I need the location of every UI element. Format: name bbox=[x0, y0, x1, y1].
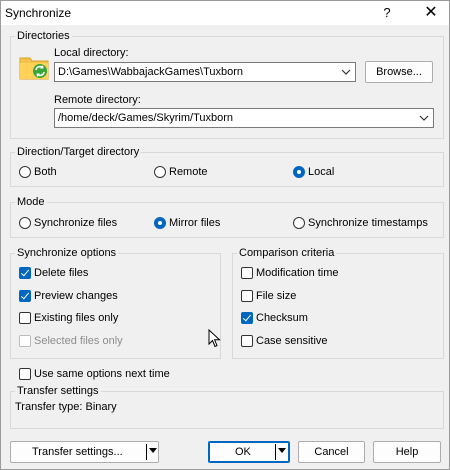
synchronize-dialog: Synchronize ? ✕ Directories Local direct… bbox=[0, 0, 450, 470]
existing-files-only-label[interactable]: Existing files only bbox=[34, 312, 118, 324]
direction-both-label[interactable]: Both bbox=[34, 166, 57, 178]
mode-synchronize-files-label[interactable]: Synchronize files bbox=[34, 217, 117, 229]
browse-button[interactable]: Browse... bbox=[365, 61, 433, 83]
case-sensitive-checkbox[interactable] bbox=[241, 335, 253, 347]
directories-group-label: Directories bbox=[15, 30, 72, 42]
cancel-button[interactable]: Cancel bbox=[298, 441, 365, 463]
direction-remote-label[interactable]: Remote bbox=[169, 166, 208, 178]
mode-mirror-files-radio[interactable] bbox=[154, 217, 166, 229]
synchronize-options-group-label: Synchronize options bbox=[15, 247, 119, 259]
local-directory-combo[interactable]: D:\Games\WabbajackGames\Tuxborn bbox=[54, 62, 356, 82]
direction-remote-radio[interactable] bbox=[154, 166, 166, 178]
mode-group-label: Mode bbox=[15, 196, 47, 208]
mode-synchronize-timestamps-label[interactable]: Synchronize timestamps bbox=[308, 217, 428, 229]
mode-synchronize-files-radio[interactable] bbox=[19, 217, 31, 229]
help-button[interactable]: Help bbox=[373, 441, 441, 463]
direction-both-radio[interactable] bbox=[19, 166, 31, 178]
sync-folder-icon bbox=[19, 57, 49, 80]
selected-files-only-label: Selected files only bbox=[34, 335, 123, 347]
transfer-settings-button-label: Transfer settings... bbox=[32, 446, 123, 458]
mode-synchronize-timestamps-radio[interactable] bbox=[293, 217, 305, 229]
split-separator bbox=[275, 444, 276, 460]
transfer-settings-button[interactable]: Transfer settings... bbox=[10, 441, 159, 463]
split-separator bbox=[146, 444, 147, 460]
modification-time-checkbox[interactable] bbox=[241, 267, 253, 279]
checksum-checkbox[interactable] bbox=[241, 312, 253, 324]
case-sensitive-label[interactable]: Case sensitive bbox=[256, 335, 328, 347]
direction-local-label[interactable]: Local bbox=[308, 166, 334, 178]
local-directory-label: Local directory: bbox=[54, 47, 129, 59]
use-same-options-label[interactable]: Use same options next time bbox=[34, 368, 170, 380]
remote-directory-combo[interactable]: /home/deck/Games/Skyrim/Tuxborn bbox=[54, 108, 434, 128]
title-bar: Synchronize ? ✕ bbox=[1, 1, 449, 25]
delete-files-label[interactable]: Delete files bbox=[34, 267, 88, 279]
remote-directory-value: /home/deck/Games/Skyrim/Tuxborn bbox=[58, 112, 234, 124]
transfer-type-text: Transfer type: Binary bbox=[15, 401, 117, 413]
direction-group: Direction/Target directory bbox=[10, 146, 444, 187]
file-size-checkbox[interactable] bbox=[241, 290, 253, 302]
ok-button[interactable]: OK bbox=[208, 441, 290, 463]
modification-time-label[interactable]: Modification time bbox=[256, 267, 339, 279]
mode-mirror-files-label[interactable]: Mirror files bbox=[169, 217, 220, 229]
direction-local-radio[interactable] bbox=[293, 166, 305, 178]
selected-files-only-checkbox bbox=[19, 335, 31, 347]
preview-changes-label[interactable]: Preview changes bbox=[34, 290, 118, 302]
dropdown-arrow-icon[interactable] bbox=[149, 448, 157, 453]
chevron-down-icon bbox=[419, 115, 429, 121]
remote-directory-label: Remote directory: bbox=[54, 94, 141, 106]
checksum-label[interactable]: Checksum bbox=[256, 312, 308, 324]
local-directory-value: D:\Games\WabbajackGames\Tuxborn bbox=[58, 66, 244, 78]
file-size-label[interactable]: File size bbox=[256, 290, 296, 302]
direction-group-label: Direction/Target directory bbox=[15, 146, 142, 158]
use-same-options-checkbox[interactable] bbox=[19, 368, 31, 380]
delete-files-checkbox[interactable] bbox=[19, 267, 31, 279]
ok-button-label: OK bbox=[235, 446, 251, 458]
preview-changes-checkbox[interactable] bbox=[19, 290, 31, 302]
help-icon[interactable]: ? bbox=[373, 1, 401, 25]
window-title: Synchronize bbox=[5, 6, 72, 20]
dropdown-arrow-icon[interactable] bbox=[278, 448, 286, 453]
transfer-settings-group-label: Transfer settings bbox=[15, 385, 101, 397]
existing-files-only-checkbox[interactable] bbox=[19, 312, 31, 324]
close-icon[interactable]: ✕ bbox=[417, 1, 445, 25]
mouse-cursor-icon bbox=[208, 329, 221, 348]
comparison-criteria-group-label: Comparison criteria bbox=[237, 247, 337, 259]
chevron-down-icon bbox=[341, 69, 351, 75]
